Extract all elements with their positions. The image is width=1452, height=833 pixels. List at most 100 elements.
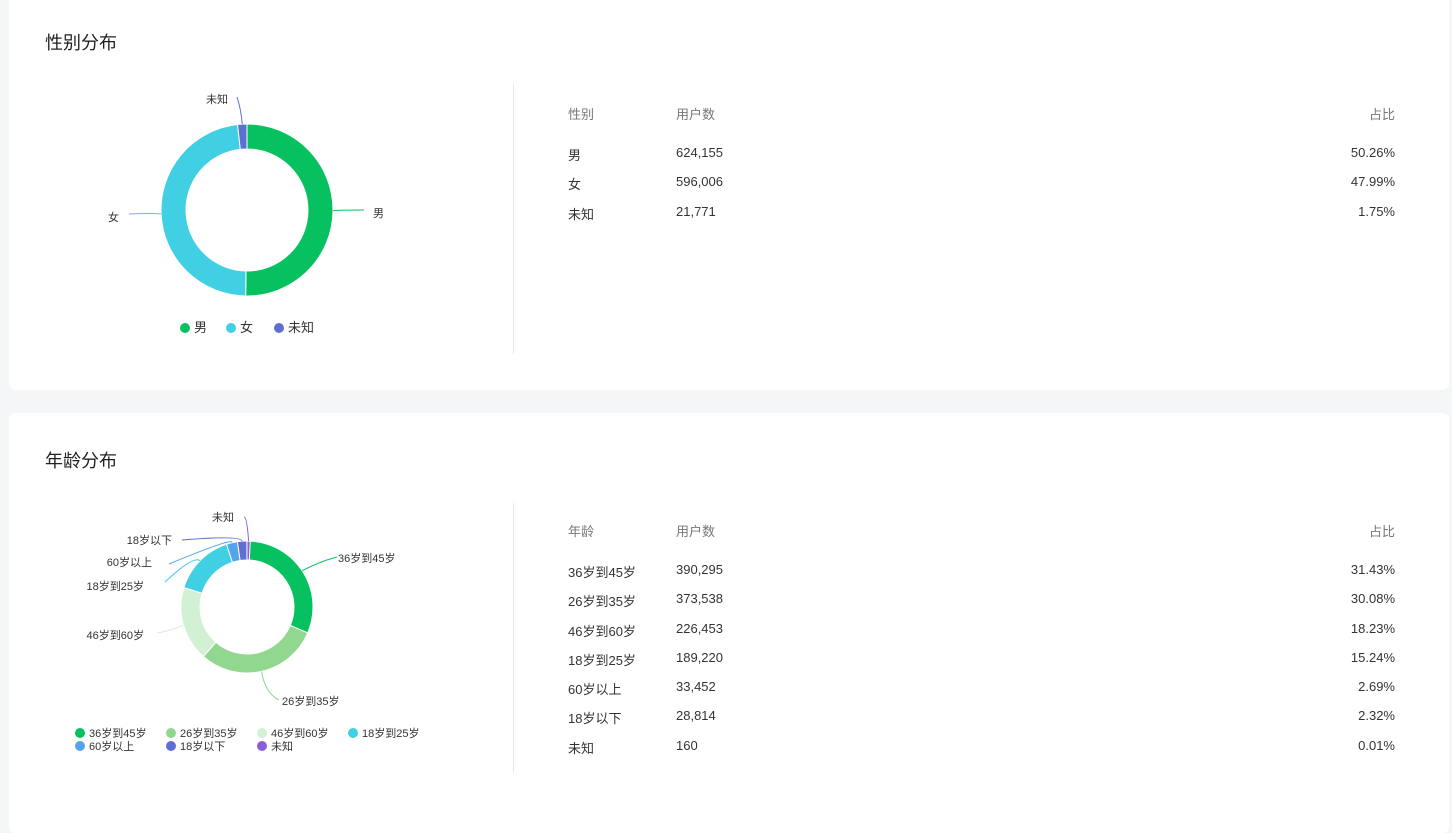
percent-cell: 0.01%	[1358, 737, 1395, 753]
slice-label: 18岁以下	[127, 533, 172, 547]
slice-label: 60岁以上	[107, 555, 152, 569]
slice-label: 18岁到25岁	[87, 579, 144, 593]
users-cell: 624,155	[676, 145, 723, 160]
slice-label: 36岁到45岁	[338, 551, 395, 565]
legend-marker	[180, 323, 190, 333]
users-cell: 596,006	[676, 174, 723, 190]
category-cell: 36岁到45岁	[568, 565, 636, 580]
age-card: 年龄分布 36岁到45岁 26岁到35岁 46岁到60岁 18岁到25岁 60岁以上 18…	[9, 413, 1449, 833]
legend-label[interactable]: 18岁以下	[180, 739, 225, 753]
column-header: 用户数	[676, 107, 716, 122]
column-header: 性别	[568, 107, 595, 122]
percent-cell: 1.75%	[1358, 203, 1395, 219]
leader-line	[301, 556, 338, 572]
table-row: 60岁以上 33,452 2.69%	[568, 679, 1395, 708]
table-row: 46岁到60岁 226,453 18.23%	[568, 621, 1395, 650]
percent-cell: 15.24%	[1350, 649, 1395, 665]
leader-line	[181, 537, 243, 542]
donut-slice[interactable]	[183, 543, 234, 594]
legend-label[interactable]: 未知	[288, 320, 314, 335]
donut-slice[interactable]	[160, 123, 247, 297]
slice-label: 男	[373, 208, 384, 220]
category-cell: 18岁以下	[568, 711, 622, 727]
users-cell: 33,452	[676, 679, 716, 695]
legend-marker	[274, 323, 284, 333]
table-row: 男 624,155 50.26%	[568, 145, 1395, 174]
gender-donut-chart: 男女未知男女未知	[108, 92, 384, 335]
leader-line	[236, 96, 243, 125]
leader-line	[243, 516, 250, 542]
table-row: 女 596,006 47.99%	[568, 174, 1395, 203]
legend-label[interactable]: 36岁到45岁	[89, 726, 146, 740]
legend-marker	[348, 728, 358, 738]
legend-marker	[226, 323, 236, 333]
legend-label[interactable]: 未知	[271, 739, 293, 753]
legend-label[interactable]: 男	[194, 320, 207, 335]
category-cell: 未知	[568, 740, 595, 756]
donut-slice[interactable]	[245, 123, 334, 297]
divider	[513, 503, 514, 773]
legend-label[interactable]: 18岁到25岁	[362, 726, 419, 740]
table-header: 性别 用户数 占比	[568, 104, 1395, 145]
gender-card: 性别分布 男女未知男女未知 性别 用户数 占比男 624,155 50.26% 女 596,…	[9, 0, 1449, 390]
divider	[513, 84, 514, 354]
slice-label: 未知	[206, 92, 228, 106]
legend-label[interactable]: 46岁到60岁	[271, 726, 328, 740]
column-header: 占比	[1368, 524, 1395, 539]
category-cell: 未知	[568, 206, 595, 222]
age-table: 年龄 用户数 占比 36岁到45岁 390,295 31.43% 26岁到35岁 373,53…	[568, 521, 1395, 767]
legend-marker	[166, 728, 176, 738]
category-cell: 18岁到25岁	[568, 652, 636, 668]
table-row: 18岁到25岁 189,220 15.24%	[568, 650, 1395, 679]
donut-slice[interactable]	[246, 540, 251, 561]
gender-table: 性别 用户数 占比男 624,155 50.26% 女 596,006 47.99% 未知 21,…	[568, 104, 1395, 233]
category-cell: 男	[568, 148, 582, 163]
donut-slice[interactable]	[246, 540, 314, 634]
category-cell: 60岁以上	[568, 682, 622, 698]
table-header: 年龄 用户数 占比	[568, 521, 1395, 562]
percent-cell: 31.43%	[1350, 562, 1395, 577]
age-donut-chart: 36岁到45岁26岁到35岁46岁到60岁18岁到25岁60岁以上18岁以下未知…	[75, 510, 419, 753]
table-row: 未知 160 0.01%	[568, 738, 1395, 767]
table-row: 36岁到45岁 390,295 31.43%	[568, 562, 1395, 591]
percent-cell: 50.26%	[1350, 145, 1395, 160]
slice-label: 女	[108, 210, 119, 224]
table-row: 18岁以下 28,814 2.32%	[568, 708, 1395, 737]
column-header: 用户数	[676, 524, 716, 539]
legend-label[interactable]: 女	[240, 320, 253, 335]
percent-cell: 2.69%	[1358, 679, 1395, 695]
legend-label[interactable]: 26岁到35岁	[180, 726, 237, 740]
leader-line	[261, 671, 280, 701]
slice-label: 未知	[212, 510, 234, 524]
users-cell: 373,538	[676, 591, 723, 607]
legend-marker	[166, 741, 176, 751]
users-cell: 28,814	[676, 708, 716, 724]
leader-line	[332, 209, 365, 212]
users-cell: 21,771	[676, 203, 716, 219]
category-cell: 46岁到60岁	[568, 623, 636, 639]
legend-marker	[75, 728, 85, 738]
leader-line	[156, 624, 184, 634]
users-cell: 390,295	[676, 562, 723, 577]
users-cell: 189,220	[676, 649, 723, 665]
percent-cell: 47.99%	[1350, 174, 1395, 190]
legend-marker	[257, 728, 267, 738]
users-cell: 160	[676, 737, 698, 753]
donut-slice[interactable]	[180, 587, 217, 658]
table-row: 未知 21,771 1.75%	[568, 204, 1395, 233]
percent-cell: 2.32%	[1358, 708, 1395, 724]
percent-cell: 30.08%	[1350, 591, 1395, 607]
percent-cell: 18.23%	[1350, 620, 1395, 636]
slice-label: 26岁到35岁	[282, 694, 339, 708]
legend-marker	[75, 741, 85, 751]
legend-label[interactable]: 60岁以上	[89, 739, 134, 753]
table-row: 26岁到35岁 373,538 30.08%	[568, 591, 1395, 620]
slice-label: 46岁到60岁	[87, 628, 144, 642]
category-cell: 女	[568, 177, 582, 193]
legend-marker	[257, 741, 267, 751]
donut-slice[interactable]	[202, 624, 309, 674]
leader-line	[128, 213, 162, 215]
column-header: 占比	[1368, 107, 1395, 122]
column-header: 年龄	[568, 524, 595, 539]
users-cell: 226,453	[676, 620, 723, 636]
